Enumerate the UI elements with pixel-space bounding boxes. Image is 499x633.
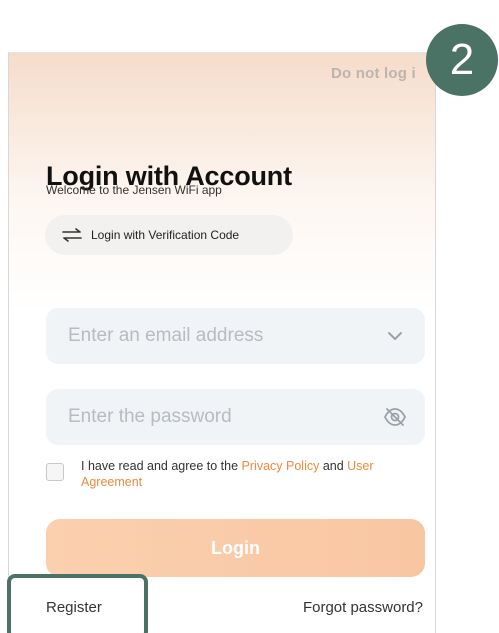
agreement-prefix: I have read and agree to the	[81, 459, 242, 473]
chevron-down-icon[interactable]	[383, 324, 407, 348]
forgot-password-link[interactable]: Forgot password?	[303, 599, 423, 616]
step-number-badge: 2	[426, 24, 498, 96]
email-field-container	[46, 308, 425, 364]
agreement-row: I have read and agree to the Privacy Pol…	[46, 458, 426, 490]
password-input[interactable]	[66, 405, 383, 429]
swap-arrows-icon	[62, 228, 82, 242]
password-field-container	[46, 389, 425, 445]
agreement-middle: and	[319, 459, 348, 473]
welcome-text: Welcome to the Jensen WiFi app	[46, 183, 222, 197]
login-with-verification-code-button[interactable]: Login with Verification Code	[45, 215, 293, 255]
verification-code-label: Login with Verification Code	[91, 228, 240, 242]
login-button[interactable]: Login	[46, 519, 425, 577]
email-input[interactable]	[66, 324, 383, 348]
register-highlight-box	[7, 574, 148, 633]
screenshot-page: Do not log i Login with Account Welcome …	[0, 0, 499, 633]
login-screen: Do not log i Login with Account Welcome …	[8, 52, 436, 633]
skip-login-link[interactable]: Do not log i	[331, 65, 416, 82]
agreement-text: I have read and agree to the Privacy Pol…	[81, 458, 426, 490]
eye-off-icon[interactable]	[383, 405, 407, 429]
privacy-policy-link[interactable]: Privacy Policy	[242, 459, 320, 473]
agreement-checkbox[interactable]	[46, 463, 64, 481]
